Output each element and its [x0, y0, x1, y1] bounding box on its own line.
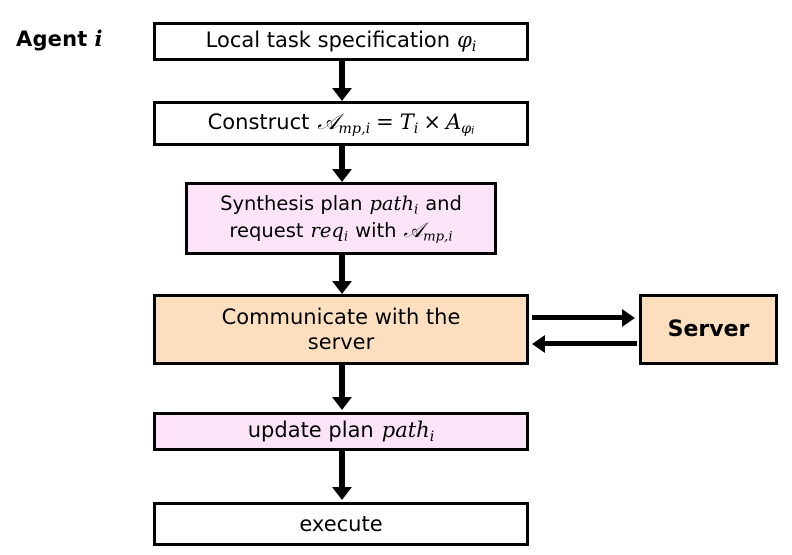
node-execute: execute — [153, 502, 529, 546]
node-execute-label: execute — [299, 511, 383, 536]
construct-rhs-second-subscript-symbol: φ — [461, 121, 472, 138]
construct-rhs-second-subscript-index: i — [471, 125, 475, 137]
node-update-plan-text: update plan pathi — [156, 418, 526, 446]
arrow-construct-to-synthesis — [330, 146, 354, 183]
arrow-head-down-icon — [332, 281, 352, 294]
synthesis-line-2: request reqi with 𝒜mp,i — [194, 218, 488, 245]
construct-rhs-second: A — [445, 110, 462, 135]
node-construct: Construct 𝒜mp,i = Ti × Aφi — [153, 101, 529, 146]
synthesis-line2-mid: with — [355, 219, 397, 242]
node-synthesis-plan: Synthesis plan pathi and request reqi with 𝒜m… — [185, 182, 497, 255]
update-plan-prefix: update plan — [247, 417, 374, 442]
arrow-line-to-server — [532, 315, 624, 320]
arrow-head-right-icon — [622, 308, 635, 327]
arrow-shaft — [339, 61, 345, 90]
arrow-head-down-icon — [332, 169, 352, 182]
local-task-spec-symbol: φ — [457, 27, 472, 52]
communicate-line-2: server — [307, 329, 375, 354]
arrow-head-down-icon — [332, 487, 352, 500]
arrow-shaft — [339, 365, 345, 399]
synthesis-line2-symbol: req — [310, 219, 344, 242]
node-server-label: Server — [667, 316, 750, 342]
arrow-line-from-server — [545, 341, 637, 346]
flowchart-canvas: Agent i Local task specification φi Constr… — [0, 0, 792, 555]
synthesis-line2-prefix: request — [229, 219, 304, 242]
synthesis-line-1: Synthesis plan pathi and — [194, 192, 488, 218]
arrow-spec-to-construct — [330, 61, 354, 101]
arrow-head-left-icon — [532, 334, 545, 353]
synthesis-line1-suffix: and — [425, 191, 462, 215]
node-construct-text: Construct 𝒜mp,i = Ti × Aφi — [156, 109, 526, 138]
construct-prefix: Construct — [207, 110, 310, 135]
update-plan-subscript: i — [429, 428, 435, 445]
node-server: Server — [639, 294, 778, 365]
agent-label: Agent i — [16, 26, 103, 51]
construct-lhs: 𝒜 — [317, 109, 339, 136]
arrow-shaft — [339, 255, 345, 283]
arrow-shaft — [339, 146, 345, 171]
node-communicate-with-server: Communicate with the server — [153, 294, 529, 365]
local-task-spec-subscript: i — [471, 38, 477, 55]
update-plan-symbol: path — [381, 417, 430, 442]
arrow-synthesis-to-communicate — [330, 255, 354, 295]
synthesis-line2-symbol2: 𝒜 — [403, 218, 424, 242]
synthesis-line1-symbol: path — [369, 191, 414, 215]
node-update-plan: update plan pathi — [153, 412, 529, 451]
agent-label-prefix: Agent — [16, 27, 88, 51]
construct-times: × — [423, 110, 441, 135]
link-communicate-server — [532, 305, 637, 361]
node-synthesis-plan-text: Synthesis plan pathi and request reqi with 𝒜m… — [188, 192, 494, 246]
construct-rhs-first: T — [399, 110, 414, 135]
communicate-line-1: Communicate with the — [221, 304, 461, 329]
local-task-spec-prefix: Local task specification — [205, 27, 451, 52]
node-local-task-specification-text: Local task specification φi — [156, 28, 526, 56]
synthesis-line2-subscript2: mp,i — [423, 229, 453, 245]
arrow-head-down-icon — [332, 88, 352, 101]
node-local-task-specification: Local task specification φi — [153, 22, 529, 61]
arrow-head-down-icon — [332, 397, 352, 410]
agent-label-variable: i — [94, 26, 103, 51]
arrow-update-to-execute — [330, 451, 354, 502]
arrow-shaft — [339, 451, 345, 489]
construct-equals: = — [376, 110, 394, 135]
arrow-communicate-to-update — [330, 365, 354, 412]
construct-lhs-subscript: mp,i — [338, 121, 371, 138]
synthesis-line1-prefix: Synthesis plan — [220, 191, 363, 215]
node-communicate-text: Communicate with the server — [156, 305, 526, 355]
